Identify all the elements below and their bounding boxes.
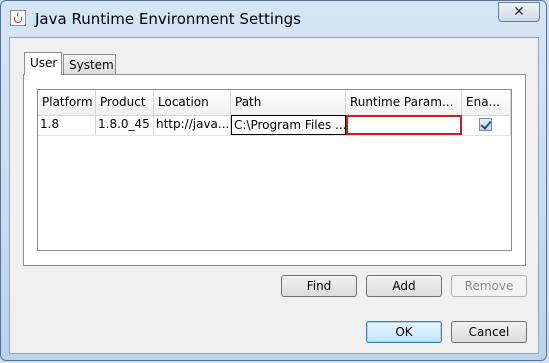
column-header-runtime-parameters[interactable]: Runtime Param... [346, 90, 462, 115]
cell-path[interactable]: C:\Program Files ... [231, 115, 346, 135]
dialog-window: Java Runtime Environment Settings ✕ User… [0, 0, 547, 361]
java-icon [10, 10, 26, 26]
title-bar: Java Runtime Environment Settings ✕ [1, 1, 546, 37]
table-row[interactable]: 1.8 1.8.0_45 http://java... C:\Program F… [38, 115, 511, 136]
cell-platform[interactable]: 1.8 [38, 115, 96, 135]
column-header-path[interactable]: Path [231, 90, 346, 115]
enabled-checkbox[interactable] [479, 118, 492, 131]
find-button[interactable]: Find [281, 275, 357, 297]
column-header-platform[interactable]: Platform [38, 90, 96, 115]
user-tab-panel: Platform Product Location Path Runtime P… [23, 74, 526, 266]
column-header-location[interactable]: Location [154, 90, 231, 115]
cell-location[interactable]: http://java... [154, 115, 231, 135]
remove-button[interactable]: Remove [451, 275, 527, 297]
jre-table: Platform Product Location Path Runtime P… [37, 89, 512, 251]
ok-button[interactable]: OK [366, 321, 442, 343]
add-button[interactable]: Add [366, 275, 442, 297]
tab-system[interactable]: System [63, 54, 116, 74]
runtime-parameters-field[interactable] [346, 115, 462, 135]
column-header-enabled[interactable]: Ena... [462, 90, 511, 115]
window-title: Java Runtime Environment Settings [35, 10, 301, 28]
cell-enabled[interactable] [462, 115, 511, 135]
dialog-content: User System Platform Product Location Pa… [9, 37, 539, 354]
tab-user[interactable]: User [24, 52, 62, 75]
cancel-button[interactable]: Cancel [451, 321, 527, 343]
cell-product[interactable]: 1.8.0_45 [96, 115, 154, 135]
table-header: Platform Product Location Path Runtime P… [38, 90, 511, 116]
close-button[interactable]: ✕ [498, 2, 540, 22]
column-header-product[interactable]: Product [96, 90, 154, 115]
